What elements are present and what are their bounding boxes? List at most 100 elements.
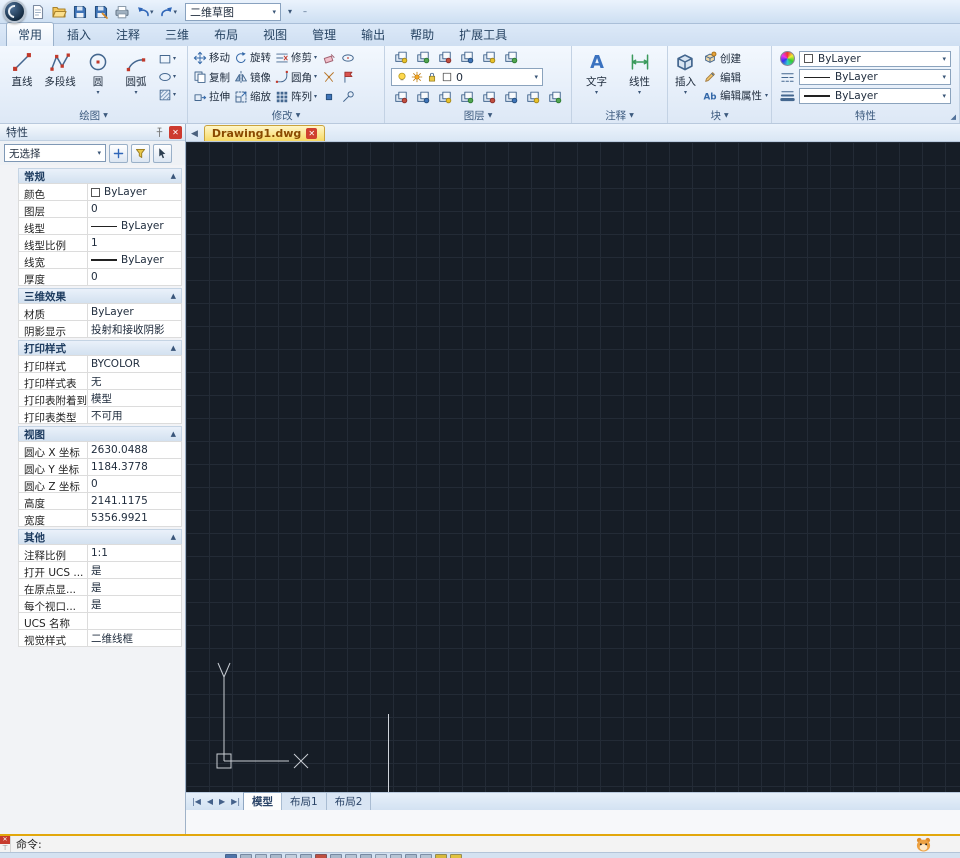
status-icon[interactable] [270, 854, 282, 858]
tool-line[interactable]: 直线 [3, 48, 41, 106]
pin-icon[interactable] [153, 126, 166, 139]
palette-close-button[interactable]: ✕ [169, 125, 182, 139]
layer-tool-button[interactable] [391, 48, 410, 66]
property-value[interactable]: 0 [87, 476, 181, 492]
selection-dropdown[interactable]: 无选择 ▾ [4, 144, 106, 162]
panel-modify-label[interactable]: 修改 ▼ [188, 108, 384, 123]
property-value[interactable]: 模型 [87, 390, 181, 406]
tool-attrblk[interactable]: Ab 编辑属性 ▾ [703, 87, 768, 104]
last-layout-icon[interactable]: ▶| [229, 797, 242, 806]
status-icon[interactable] [225, 854, 237, 858]
tool-stretch[interactable]: 拉伸 [191, 88, 232, 106]
layer-tool-button[interactable] [545, 88, 564, 106]
tool-dim[interactable]: 线性 ▾ [618, 48, 661, 106]
save-as-button[interactable] [92, 2, 110, 22]
linetype-control[interactable]: ByLayer ▾ [776, 69, 955, 85]
open-button[interactable] [50, 2, 68, 22]
palette-section-header[interactable]: 视图 ▲ [18, 426, 182, 442]
tool-trim[interactable]: 修剪 ▾ [273, 49, 319, 67]
property-value[interactable]: 1 [87, 235, 181, 251]
tool-oval[interactable] [338, 49, 357, 67]
ribbon-tab-5[interactable]: 视图 [251, 22, 299, 46]
tool-copy[interactable]: 复制 [191, 68, 232, 86]
property-value[interactable]: 0 [87, 201, 181, 217]
layer-tool-button[interactable] [413, 88, 432, 106]
quick-select-button[interactable] [131, 143, 150, 163]
layer-tool-button[interactable] [479, 88, 498, 106]
panel-draw-label[interactable]: 绘图 ▼ [0, 108, 187, 123]
color-combo[interactable]: ByLayer ▾ [799, 50, 951, 67]
ribbon-tab-6[interactable]: 管理 [300, 22, 348, 46]
property-value[interactable]: ByLayer [87, 252, 181, 268]
layer-tool-button[interactable] [435, 88, 454, 106]
save-button[interactable] [71, 2, 89, 22]
tool-circle[interactable]: 圆 ▾ [79, 48, 117, 106]
panel-layers-label[interactable]: 图层 ▼ [385, 108, 571, 123]
property-value[interactable]: 不可用 [87, 407, 181, 423]
property-value[interactable]: ByLayer [87, 218, 181, 234]
palette-section-header[interactable]: 常规 ▲ [18, 168, 182, 184]
layer-tool-button[interactable] [413, 48, 432, 66]
layer-dropdown[interactable]: 0 ▾ [391, 68, 543, 86]
document-tab[interactable]: Drawing1.dwg ✕ [203, 125, 326, 141]
tool-rect[interactable]: ▾ [158, 52, 176, 66]
property-value[interactable]: 投射和接收阴影 [87, 321, 181, 337]
status-icon[interactable] [420, 854, 432, 858]
lineweight-combo[interactable]: ByLayer ▾ [799, 87, 951, 104]
status-icon[interactable] [375, 854, 387, 858]
tool-createblk[interactable]: 创建 [703, 50, 768, 67]
status-icon[interactable] [405, 854, 417, 858]
property-value[interactable]: 是 [87, 562, 181, 578]
layer-tool-button[interactable] [501, 88, 520, 106]
property-value[interactable]: BYCOLOR [87, 356, 181, 372]
command-window[interactable]: ✕ ⊤ 命令: [0, 834, 960, 852]
tool-erase[interactable] [319, 49, 338, 67]
tool-insert-block[interactable]: 插入 ▾ [671, 48, 700, 106]
prev-layout-icon[interactable]: ◀ [205, 797, 215, 806]
lineweight-control[interactable]: ByLayer ▾ [776, 87, 955, 104]
ribbon-tab-1[interactable]: 插入 [55, 22, 103, 46]
property-value[interactable]: 是 [87, 596, 181, 612]
property-value[interactable]: 2141.1175 [87, 493, 181, 509]
tool-hatch[interactable]: ▾ [158, 88, 176, 102]
redo-button[interactable]: ▾ [158, 2, 179, 22]
layout-tab-0[interactable]: 模型 [243, 791, 283, 812]
print-button[interactable] [113, 2, 131, 22]
tool-mirror[interactable]: 镜像 [232, 68, 273, 86]
ribbon-tab-0[interactable]: 常用 [6, 22, 55, 46]
ribbon-tab-3[interactable]: 三维 [153, 22, 201, 46]
command-prompt[interactable]: 命令: [11, 836, 47, 852]
status-icon[interactable] [345, 854, 357, 858]
tool-explode[interactable] [319, 68, 338, 86]
tool-grip[interactable] [319, 88, 338, 106]
tool-editblk[interactable]: 编辑 [703, 69, 768, 86]
workspace-dropdown[interactable]: 二维草图 ▾ [185, 2, 282, 21]
status-icon[interactable] [300, 854, 312, 858]
first-layout-icon[interactable]: |◀ [190, 797, 203, 806]
property-value[interactable]: 1:1 [87, 545, 181, 561]
property-value[interactable]: 0 [87, 269, 181, 285]
status-icon[interactable] [360, 854, 372, 858]
ribbon-minimize-button[interactable]: – [299, 7, 311, 16]
layer-tool-button[interactable] [457, 48, 476, 66]
layer-tool-button[interactable] [435, 48, 454, 66]
drawing-canvas[interactable] [186, 142, 960, 792]
tool-polyline[interactable]: 多段线 [41, 48, 79, 106]
layer-tool-button[interactable] [523, 88, 542, 106]
doc-tab-nav-icon[interactable]: ◀ [189, 129, 200, 141]
property-value[interactable]: 二维线框 [87, 630, 181, 646]
palette-section-header[interactable]: 其他 ▲ [18, 529, 182, 545]
ribbon-tab-9[interactable]: 扩展工具 [447, 22, 519, 46]
dialog-launcher-icon[interactable]: ◢ [951, 113, 956, 121]
tool-rotate[interactable]: 旋转 [232, 49, 273, 67]
layer-tool-button[interactable] [479, 48, 498, 66]
status-icon[interactable] [240, 854, 252, 858]
palette-section-header[interactable]: 打印样式 ▲ [18, 340, 182, 356]
command-pin-icon[interactable]: ⊤ [0, 844, 10, 852]
ribbon-tab-7[interactable]: 输出 [349, 22, 397, 46]
next-layout-icon[interactable]: ▶ [217, 797, 227, 806]
tool-ellipse[interactable]: ▾ [158, 70, 176, 84]
tool-flag[interactable] [338, 68, 357, 86]
property-value[interactable]: ByLayer [87, 184, 181, 200]
ribbon-tab-4[interactable]: 布局 [202, 22, 250, 46]
